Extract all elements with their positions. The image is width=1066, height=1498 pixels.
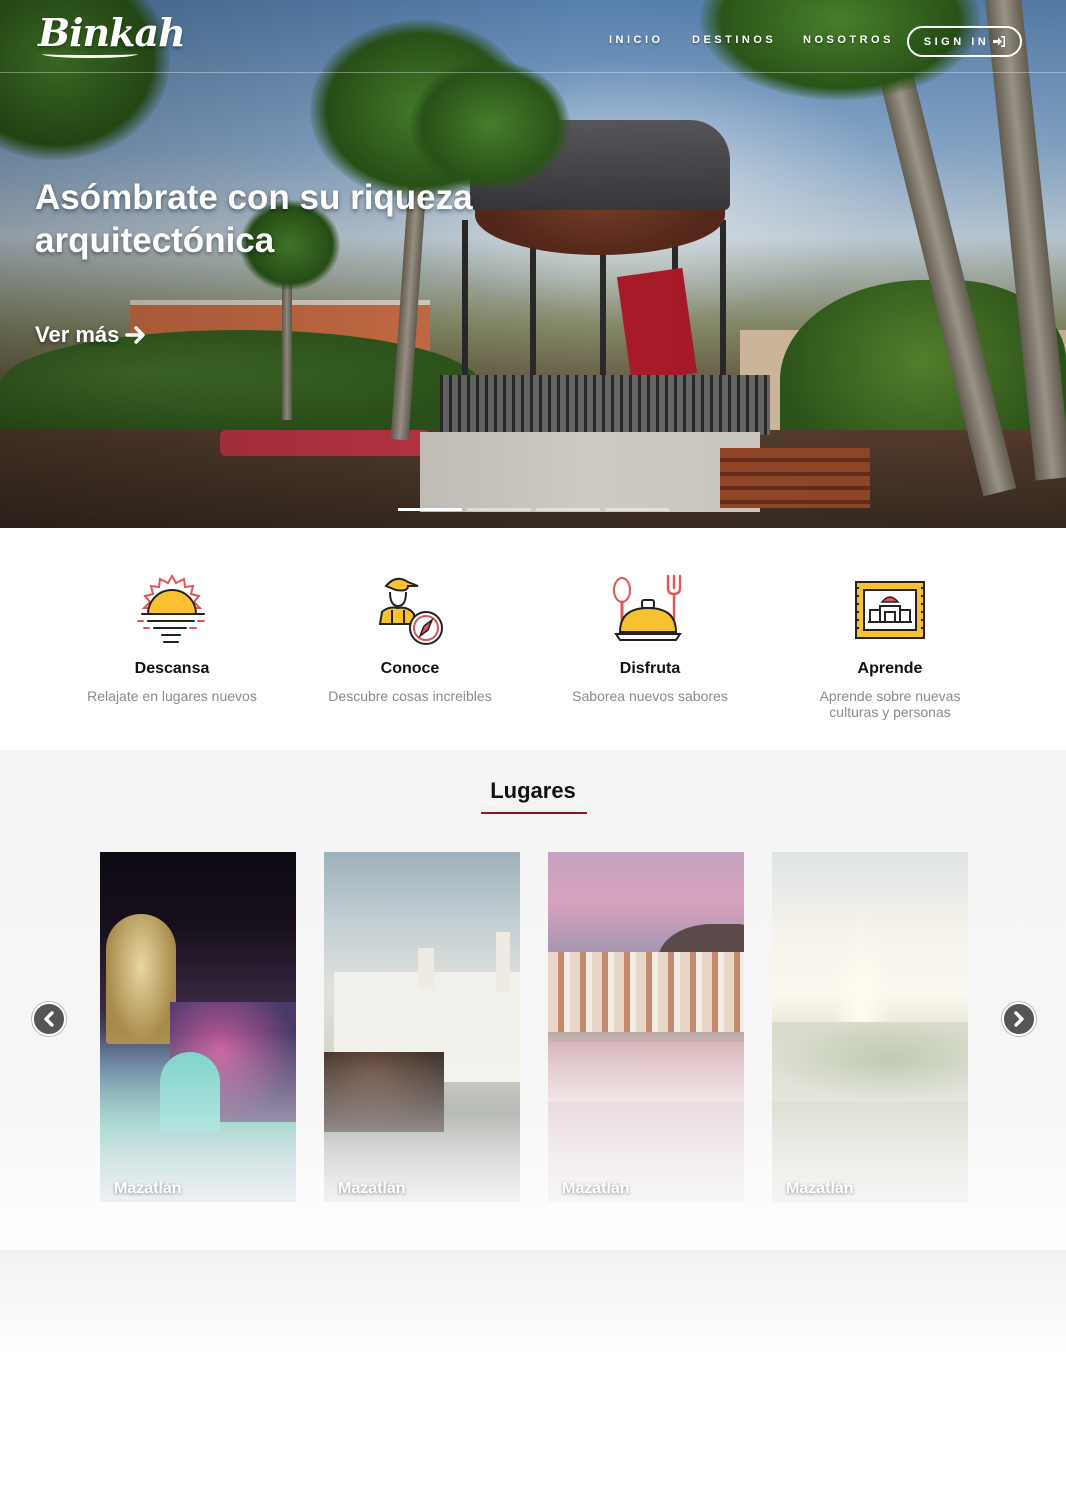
feature-title: Conoce [380,660,440,677]
feature-desc: Saborea nuevos sabores [572,688,728,704]
section-title: Lugares [490,778,576,803]
feature-desc: Descubre cosas increibles [328,688,492,704]
carousel-indicator-1[interactable] [398,508,462,511]
hero-carousel: Binkah INICIO DESTINOS NOSOTROS SIGN IN … [0,0,1066,528]
feature-title: Descansa [134,660,210,677]
nav-divider [0,72,1066,73]
place-card[interactable]: Mazatlán [548,852,744,1202]
hero-cta-link[interactable]: Ver más [35,322,147,348]
explorer-compass-icon [378,577,443,645]
carousel-prev-button[interactable] [32,1002,66,1036]
feature-desc: Aprende sobre nuevas culturas y personas [819,688,961,720]
feature-conoce: Conoce Descubre cosas increibles [290,528,530,704]
sunset-icon [137,574,205,643]
card-fade [100,1032,296,1202]
stamp-icon [855,581,925,639]
hero-title: Asómbrate con su riqueza arquitectónica [35,178,473,260]
carousel-indicator-2[interactable] [467,508,531,511]
feature-title: Aprende [857,660,923,677]
sign-in-label: SIGN IN [923,35,990,48]
feature-disfruta: Disfruta Saborea nuevos sabores [530,528,770,704]
card-fade [548,1032,744,1202]
chevron-right-icon [1014,1011,1024,1027]
arrow-right-icon [125,326,146,344]
church-tower [418,948,434,988]
card-fade [772,1032,968,1202]
place-card[interactable]: Mazatlán [100,852,296,1202]
carousel-next-button[interactable] [1002,1002,1036,1036]
logo-swash [42,50,138,58]
card-label: Mazatlán [786,1180,854,1197]
chevron-left-icon [44,1011,54,1027]
town-buildings [548,952,744,1032]
card-fade [324,1032,520,1202]
sign-in-icon [993,36,1006,47]
carousel-indicator-4[interactable] [605,508,669,511]
place-card[interactable]: Mazatlán [324,852,520,1202]
brand-logo[interactable]: Binkah [38,10,186,55]
feature-title: Disfruta [619,660,681,677]
card-label: Mazatlán [562,1180,630,1197]
title-underline [481,812,587,814]
carousel-indicator-3[interactable] [536,508,600,511]
nav-link-inicio[interactable]: INICIO [609,34,664,46]
hero-overlay [0,0,1066,528]
hero-cta-label: Ver más [35,322,120,347]
carnival-float [106,914,176,1044]
lugares-section: Lugares Mazatlán Mazatlán Mazatlán Mazat… [0,750,1066,1255]
feature-descansa: Descansa Relajate en lugares nuevos [52,528,292,704]
nav-link-nosotros[interactable]: NOSOTROS [803,34,894,46]
features-section: Descansa Relajate en lugares nuevos Cono… [0,528,1066,750]
footer-fade [0,1250,1066,1360]
church-tower [496,932,510,992]
card-label: Mazatlán [338,1180,406,1197]
card-label: Mazatlán [114,1180,182,1197]
place-card[interactable]: Mazatlán [772,852,968,1202]
feature-desc: Relajate en lugares nuevos [87,688,257,704]
feature-aprende: Aprende Aprende sobre nuevas culturas y … [770,528,1010,720]
dish-cutlery-icon [613,574,682,641]
nav-link-destinos[interactable]: DESTINOS [692,34,776,46]
sign-in-button[interactable]: SIGN IN [907,26,1022,57]
